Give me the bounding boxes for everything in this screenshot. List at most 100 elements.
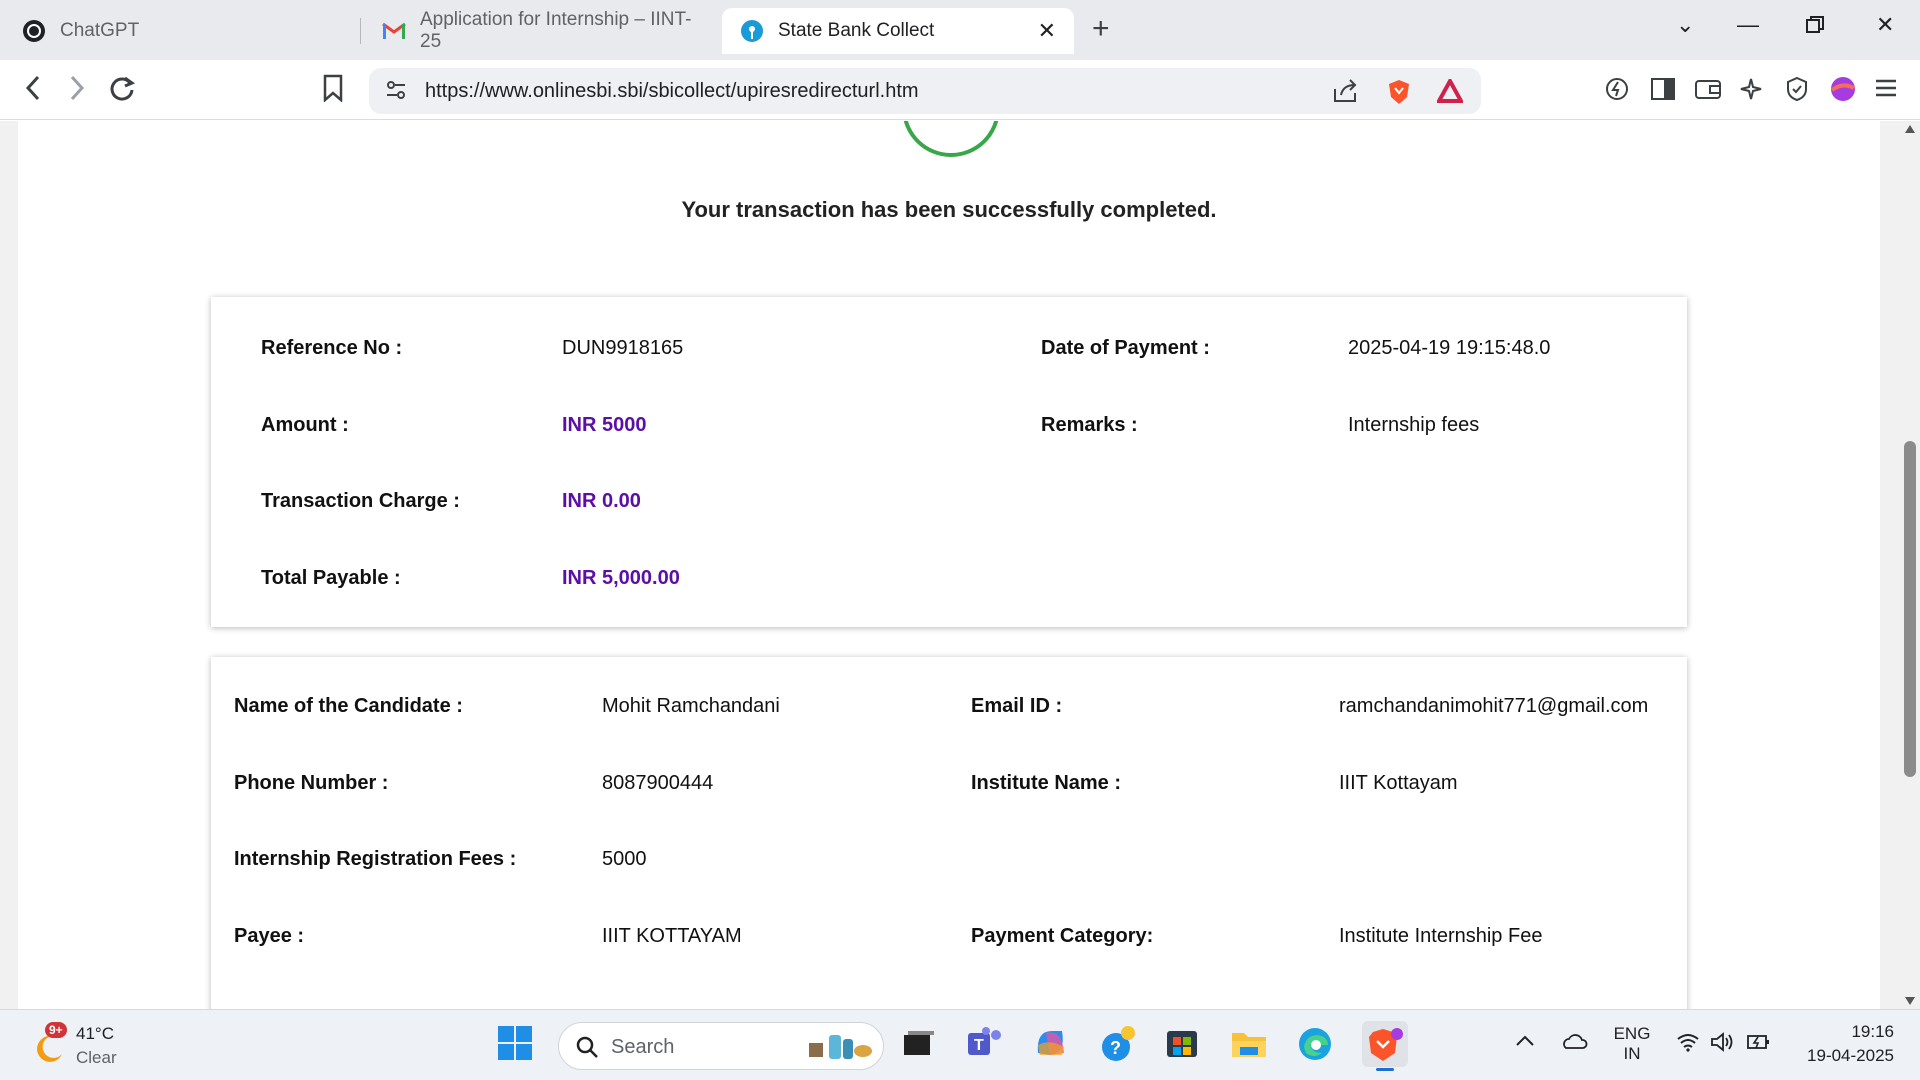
chatgpt-icon bbox=[22, 19, 46, 43]
brave-browser-icon[interactable] bbox=[1362, 1021, 1408, 1071]
email-value: ramchandanimohit771@gmail.com bbox=[1339, 695, 1649, 717]
profile-avatar-icon[interactable] bbox=[1830, 76, 1856, 107]
transaction-charge-label: Transaction Charge : bbox=[261, 490, 460, 512]
amount-label: Amount : bbox=[261, 414, 349, 436]
onedrive-icon[interactable] bbox=[1560, 1032, 1588, 1055]
microsoft-store-icon[interactable] bbox=[1164, 1025, 1204, 1065]
notification-badge: 9+ bbox=[45, 1022, 67, 1038]
scroll-up-icon[interactable] bbox=[1905, 125, 1915, 133]
sidebar-icon[interactable] bbox=[1650, 76, 1676, 107]
candidate-name-label: Name of the Candidate : bbox=[234, 695, 463, 717]
phone-value: 8087900444 bbox=[602, 772, 714, 794]
new-tab-button[interactable]: + bbox=[1092, 12, 1110, 46]
phone-label: Phone Number : bbox=[234, 772, 389, 794]
language-indicator[interactable]: ENG IN bbox=[1610, 1024, 1654, 1064]
minimize-button[interactable]: — bbox=[1737, 12, 1759, 38]
registration-fees-value: 5000 bbox=[602, 848, 647, 870]
file-explorer-icon[interactable] bbox=[1230, 1025, 1270, 1065]
scroll-down-icon[interactable] bbox=[1905, 997, 1915, 1005]
amount-value: INR 5000 bbox=[562, 414, 647, 436]
vpn-shield-icon[interactable] bbox=[1785, 76, 1809, 107]
ai-sparkle-icon[interactable] bbox=[1740, 76, 1766, 107]
candidate-details-card: Name of the Candidate : Mohit Ramchandan… bbox=[211, 657, 1687, 1009]
payee-label: Payee : bbox=[234, 925, 305, 947]
wifi-icon[interactable] bbox=[1676, 1032, 1700, 1057]
weather-temp: 41°C bbox=[76, 1024, 114, 1043]
payment-category-value: Institute Internship Fee bbox=[1339, 925, 1543, 947]
brave-rewards-icon[interactable] bbox=[1435, 76, 1465, 108]
weather-widget[interactable]: 9+ 41°C Clear bbox=[26, 1022, 146, 1070]
tab-search-icon[interactable]: ⌄ bbox=[1676, 12, 1694, 38]
institute-value: IIIT Kottayam bbox=[1339, 772, 1458, 794]
registration-fees-label: Internship Registration Fees : bbox=[234, 848, 517, 870]
teams-icon[interactable]: T bbox=[966, 1025, 1006, 1065]
reload-button[interactable] bbox=[108, 74, 136, 108]
page-viewport: Your transaction has been successfully c… bbox=[0, 121, 1920, 1009]
close-tab-icon[interactable]: ✕ bbox=[1038, 20, 1056, 42]
task-view-icon[interactable] bbox=[900, 1025, 940, 1065]
svg-text:T: T bbox=[974, 1037, 984, 1054]
candidate-name-value: Mohit Ramchandani bbox=[602, 695, 780, 717]
svg-text:?: ? bbox=[1110, 1038, 1121, 1058]
forward-button[interactable] bbox=[68, 74, 86, 108]
date-label: Date of Payment : bbox=[1041, 337, 1210, 359]
search-placeholder: Search bbox=[611, 1036, 675, 1058]
vertical-scrollbar[interactable] bbox=[1900, 121, 1920, 1009]
tab-gmail[interactable]: Application for Internship – IINT-25 bbox=[382, 8, 702, 54]
tab-label: State Bank Collect bbox=[778, 20, 935, 41]
taskbar-search[interactable]: Search bbox=[558, 1022, 884, 1070]
share-icon[interactable] bbox=[1333, 79, 1359, 108]
tab-label: ChatGPT bbox=[60, 20, 140, 41]
url-text[interactable]: https://www.onlinesbi.sbi/sbicollect/upi… bbox=[425, 80, 919, 103]
reference-value: DUN9918165 bbox=[562, 337, 684, 359]
clock-date: 19-04-2025 bbox=[1807, 1046, 1894, 1065]
tab-state-bank-collect[interactable]: State Bank Collect ✕ bbox=[722, 8, 1074, 54]
leo-ai-icon[interactable] bbox=[1604, 76, 1630, 107]
search-icon bbox=[576, 1036, 598, 1058]
copilot-icon[interactable] bbox=[1032, 1025, 1072, 1065]
date-value: 2025-04-19 19:15:48.0 bbox=[1348, 337, 1551, 359]
back-button[interactable] bbox=[24, 74, 42, 108]
tab-separator bbox=[360, 18, 361, 44]
tab-strip: ChatGPT Application for Internship – IIN… bbox=[0, 0, 1920, 60]
get-help-icon[interactable]: ? bbox=[1098, 1025, 1138, 1065]
scrollbar-thumb[interactable] bbox=[1904, 441, 1916, 777]
active-app-indicator bbox=[1376, 1068, 1394, 1071]
success-check-icon bbox=[902, 121, 1000, 157]
weather-condition: Clear bbox=[76, 1048, 117, 1067]
brave-shields-icon[interactable] bbox=[1387, 79, 1411, 110]
payment-details-card: Reference No : DUN9918165 Date of Paymen… bbox=[211, 297, 1687, 627]
remarks-value: Internship fees bbox=[1348, 414, 1480, 436]
transaction-charge-value: INR 0.00 bbox=[562, 490, 641, 512]
windows-taskbar: 9+ 41°C Clear Search T ? ENG IN 19:16 19… bbox=[0, 1009, 1920, 1080]
gmail-icon bbox=[382, 19, 406, 43]
edge-icon[interactable] bbox=[1296, 1025, 1336, 1065]
payee-value: IIIT KOTTAYAM bbox=[602, 925, 742, 947]
region-code: IN bbox=[1623, 1044, 1641, 1063]
tab-label: Application for Internship – IINT-25 bbox=[420, 9, 692, 52]
wallet-icon[interactable] bbox=[1694, 76, 1722, 107]
tab-chatgpt[interactable]: ChatGPT bbox=[22, 8, 352, 54]
clock[interactable]: 19:16 19-04-2025 bbox=[1794, 1022, 1894, 1066]
battery-charging-icon[interactable] bbox=[1746, 1032, 1772, 1057]
email-label: Email ID : bbox=[971, 695, 1063, 717]
total-payable-label: Total Payable : bbox=[261, 567, 401, 589]
language-code: ENG bbox=[1613, 1024, 1651, 1043]
institute-label: Institute Name : bbox=[971, 772, 1122, 794]
bookmark-icon[interactable] bbox=[322, 74, 344, 108]
menu-icon[interactable] bbox=[1874, 76, 1898, 105]
payment-category-label: Payment Category: bbox=[971, 925, 1154, 947]
browser-toolbar: https://www.onlinesbi.sbi/sbicollect/upi… bbox=[0, 60, 1920, 120]
show-hidden-icons-icon[interactable] bbox=[1515, 1032, 1535, 1052]
success-message: Your transaction has been successfully c… bbox=[681, 197, 1217, 222]
restore-button[interactable] bbox=[1806, 14, 1824, 40]
address-bar[interactable]: https://www.onlinesbi.sbi/sbicollect/upi… bbox=[369, 68, 1481, 114]
start-icon[interactable] bbox=[497, 1025, 537, 1065]
close-window-button[interactable]: ✕ bbox=[1876, 12, 1894, 38]
total-payable-value: INR 5,000.00 bbox=[562, 567, 680, 589]
content-sheet: Your transaction has been successfully c… bbox=[18, 121, 1880, 1009]
volume-icon[interactable] bbox=[1710, 1032, 1736, 1057]
reference-label: Reference No : bbox=[261, 337, 403, 359]
remarks-label: Remarks : bbox=[1041, 414, 1138, 436]
site-settings-icon[interactable] bbox=[385, 79, 407, 106]
